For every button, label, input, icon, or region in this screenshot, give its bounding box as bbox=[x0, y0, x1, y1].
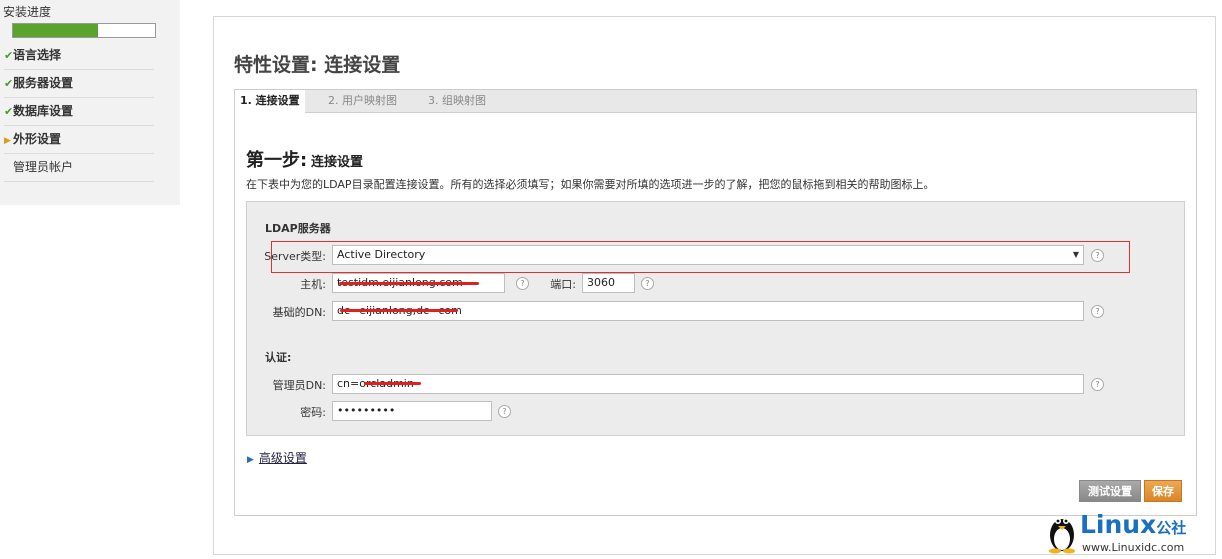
server-type-label: Server类型: bbox=[264, 250, 326, 263]
advanced-settings-label: 高级设置 bbox=[258, 451, 307, 465]
main-content: 特性设置: 连接设置 1. 连接设置 2. 用户映射图 3. 组映射图 第一步:… bbox=[213, 16, 1216, 555]
save-button[interactable]: 保存 bbox=[1144, 480, 1182, 502]
host-label: 主机: bbox=[300, 278, 326, 291]
password-label: 密码: bbox=[300, 406, 326, 419]
step-title-text: 连接设置 bbox=[311, 155, 364, 170]
step-title-number: 第一步: bbox=[246, 150, 308, 171]
step-item-language[interactable]: ✔语言选择 bbox=[4, 42, 154, 70]
tab-group-mapping[interactable]: 3. 组映射图 bbox=[428, 90, 486, 112]
step-item-appearance[interactable]: ▶ 外形设置 bbox=[4, 126, 154, 154]
tab-bar: 1. 连接设置 2. 用户映射图 3. 组映射图 bbox=[235, 90, 1196, 113]
redaction-scribble bbox=[340, 309, 458, 312]
admin-dn-input[interactable]: cn=orcladmin bbox=[332, 374, 1084, 394]
triangle-right-icon: ▶ bbox=[247, 455, 254, 465]
settings-panel: 1. 连接设置 2. 用户映射图 3. 组映射图 第一步: 连接设置 在下表中为… bbox=[234, 89, 1197, 516]
ldap-server-section-title: LDAP服务器 bbox=[265, 222, 331, 235]
ldap-form: LDAP服务器 Server类型: Active Directory ▼ ? 主… bbox=[246, 201, 1185, 436]
step-label: 外形设置 bbox=[13, 132, 62, 146]
base-dn-label: 基础的DN: bbox=[272, 306, 326, 319]
help-circle-icon[interactable]: ? bbox=[1091, 249, 1104, 262]
redaction-scribble bbox=[364, 382, 421, 385]
step-title: 第一步: 连接设置 bbox=[246, 146, 363, 172]
port-input[interactable]: 3060 bbox=[582, 273, 635, 293]
brand-text: Linux bbox=[1080, 510, 1157, 539]
brand-name: Linux公社 bbox=[1080, 510, 1186, 539]
help-circle-icon[interactable]: ? bbox=[498, 405, 511, 418]
advanced-settings-link[interactable]: ▶ 高级设置 bbox=[247, 449, 307, 466]
brand-url: www.Linuxidc.com bbox=[1082, 541, 1185, 554]
progress-bar bbox=[12, 23, 156, 38]
test-settings-button[interactable]: 测试设置 bbox=[1079, 480, 1141, 502]
step-label: 数据库设置 bbox=[13, 104, 74, 118]
step-item-server[interactable]: ✔服务器设置 bbox=[4, 70, 154, 98]
help-circle-icon[interactable]: ? bbox=[641, 277, 654, 290]
chevron-down-icon: ▼ bbox=[1072, 250, 1079, 259]
tab-user-mapping[interactable]: 2. 用户映射图 bbox=[328, 90, 397, 112]
progress-bar-fill bbox=[13, 24, 99, 37]
server-type-select[interactable]: Active Directory ▼ bbox=[332, 245, 1084, 265]
step-label: 语言选择 bbox=[13, 48, 62, 62]
penguin-icon bbox=[1049, 518, 1075, 554]
help-circle-icon[interactable]: ? bbox=[1091, 305, 1104, 318]
port-label: 端口: bbox=[550, 278, 576, 291]
step-description: 在下表中为您的LDAP目录配置连接设置。所有的选择必须填写；如果你需要对所填的选… bbox=[246, 178, 935, 191]
step-item-admin-account[interactable]: 管理员帐户 bbox=[4, 154, 154, 182]
brand-subtext: 公社 bbox=[1156, 519, 1187, 537]
check-icon: ✔ bbox=[4, 49, 14, 62]
install-progress-sidebar: 安装进度 ✔语言选择 ✔服务器设置 ✔数据库设置 ▶ 外形设置 管理员帐户 bbox=[0, 0, 180, 205]
check-icon: ✔ bbox=[4, 77, 14, 90]
step-item-database[interactable]: ✔数据库设置 bbox=[4, 98, 154, 126]
help-circle-icon[interactable]: ? bbox=[1091, 378, 1104, 391]
step-list: ✔语言选择 ✔服务器设置 ✔数据库设置 ▶ 外形设置 管理员帐户 bbox=[4, 42, 154, 182]
triangle-right-icon: ▶ bbox=[4, 136, 11, 146]
step-label: 服务器设置 bbox=[13, 76, 74, 90]
admin-dn-label: 管理员DN: bbox=[272, 379, 326, 392]
progress-label: 安装进度 bbox=[3, 5, 52, 19]
redaction-scribble bbox=[339, 282, 479, 285]
password-input[interactable]: ••••••••• bbox=[332, 401, 492, 421]
auth-section-title: 认证: bbox=[265, 351, 292, 364]
watermark-logo: Linux公社 www.Linuxidc.com bbox=[1046, 510, 1222, 559]
server-type-value: Active Directory bbox=[337, 248, 426, 261]
step-label: 管理员帐户 bbox=[13, 160, 74, 174]
tab-connection-settings[interactable]: 1. 连接设置 bbox=[235, 90, 305, 113]
page-title: 特性设置: 连接设置 bbox=[234, 54, 401, 76]
check-icon: ✔ bbox=[4, 105, 14, 118]
